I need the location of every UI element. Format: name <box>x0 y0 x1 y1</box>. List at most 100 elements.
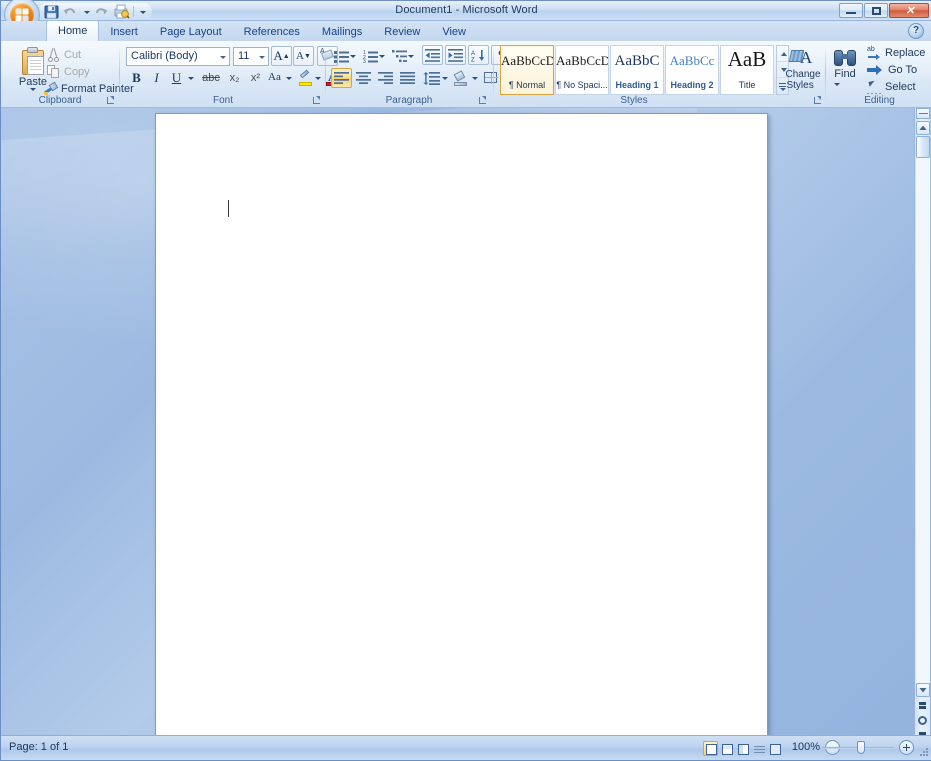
tab-review[interactable]: Review <box>373 23 431 42</box>
text-highlight-button[interactable] <box>297 68 314 88</box>
view-outline-button[interactable] <box>751 741 766 756</box>
font-name-chevron-down-icon[interactable] <box>220 56 226 59</box>
view-print-layout-button[interactable] <box>703 741 718 756</box>
italic-label: I <box>154 70 158 86</box>
replace-button[interactable]: ab Replace <box>867 46 925 60</box>
style-sample: AaBbCcDc <box>556 53 608 69</box>
resize-grip[interactable] <box>919 747 929 757</box>
numbering-dropdown-icon[interactable] <box>377 46 386 66</box>
change-case-icon: Aa <box>268 71 285 85</box>
redo-icon[interactable] <box>94 4 111 19</box>
multilevel-dropdown-icon[interactable] <box>406 46 415 66</box>
line-spacing-dropdown-icon[interactable] <box>440 68 449 88</box>
underline-button[interactable]: U <box>166 68 187 88</box>
line-spacing-button[interactable] <box>422 68 440 88</box>
undo-icon[interactable] <box>62 4 79 19</box>
font-size-chevron-down-icon[interactable] <box>259 56 265 59</box>
tab-references[interactable]: References <box>233 23 311 42</box>
select-label: Select <box>885 81 916 93</box>
increase-indent-button[interactable] <box>445 45 466 65</box>
cut-button[interactable]: Cut <box>46 47 81 62</box>
tab-insert[interactable]: Insert <box>99 23 149 42</box>
font-dialog-launcher[interactable] <box>312 95 322 105</box>
paragraph-dialog-launcher[interactable] <box>478 95 488 105</box>
print-preview-icon[interactable] <box>113 4 130 19</box>
subscript-button[interactable]: x₂ <box>224 68 245 88</box>
select-browse-object-button[interactable] <box>916 714 930 728</box>
text-highlight-dropdown-icon[interactable] <box>313 68 322 88</box>
decrease-indent-icon <box>425 49 440 62</box>
undo-dropdown-icon[interactable] <box>81 4 92 19</box>
view-draft-button[interactable] <box>767 741 782 756</box>
italic-button[interactable]: I <box>146 68 167 88</box>
shading-button[interactable] <box>452 68 470 88</box>
style-name: Heading 1 <box>611 80 663 90</box>
clipboard-dialog-launcher[interactable] <box>106 95 116 105</box>
shading-dropdown-icon[interactable] <box>470 68 479 88</box>
minimize-button[interactable] <box>839 3 863 18</box>
select-icon <box>867 80 882 94</box>
change-case-dropdown-icon[interactable] <box>284 68 293 88</box>
find-button[interactable]: Find <box>829 45 861 93</box>
align-right-button[interactable] <box>375 68 396 88</box>
bold-label: B <box>132 70 141 86</box>
svg-text:A: A <box>471 51 475 57</box>
change-styles-button[interactable]: A Change Styles <box>783 45 823 99</box>
document-workspace[interactable] <box>1 108 931 737</box>
view-full-screen-reading-button[interactable] <box>719 741 734 756</box>
justify-button[interactable] <box>397 68 418 88</box>
customize-qat-icon[interactable] <box>137 4 148 19</box>
style-item-normal[interactable]: AaBbCcDc ¶ Normal <box>500 45 554 95</box>
scrollbar-thumb[interactable] <box>916 136 930 158</box>
font-size-combo[interactable]: 11 <box>233 47 269 66</box>
page-indicator[interactable]: Page: 1 of 1 <box>9 741 68 753</box>
tab-mailings[interactable]: Mailings <box>311 23 373 42</box>
shrink-font-button[interactable]: A▼ <box>293 46 314 66</box>
style-item-heading-2[interactable]: AaBbCc Heading 2 <box>665 45 719 95</box>
style-item-title[interactable]: AaB Title <box>720 45 774 95</box>
styles-dialog-launcher[interactable] <box>813 95 823 105</box>
view-buttons <box>703 741 782 756</box>
separator-clipboard-font <box>119 45 120 101</box>
scrollbar-track[interactable] <box>916 158 930 683</box>
zoom-level-label[interactable]: 100% <box>792 741 820 753</box>
copy-button[interactable]: Copy <box>46 64 90 79</box>
go-to-button[interactable]: Go To <box>867 63 917 77</box>
change-styles-label-line1: Change <box>783 69 823 80</box>
subscript-label: x₂ <box>230 72 240 84</box>
bullets-dropdown-icon[interactable] <box>348 46 357 66</box>
underline-dropdown-icon[interactable] <box>186 68 195 88</box>
scroll-down-button[interactable] <box>916 683 930 697</box>
strikethrough-button[interactable]: abc <box>199 68 223 88</box>
help-icon[interactable]: ? <box>908 23 924 39</box>
select-button[interactable]: Select <box>867 80 926 94</box>
tab-view[interactable]: View <box>431 23 477 42</box>
view-web-layout-button[interactable] <box>735 741 750 756</box>
cut-icon <box>46 47 61 62</box>
vertical-scrollbar[interactable] <box>914 108 930 737</box>
zoom-in-button[interactable] <box>899 740 914 755</box>
sort-button[interactable]: A Z <box>468 45 489 65</box>
superscript-button[interactable]: x² <box>245 68 266 88</box>
align-left-button[interactable] <box>331 68 352 88</box>
split-window-handle[interactable] <box>916 108 930 119</box>
previous-page-button[interactable] <box>916 699 930 713</box>
underline-label: U <box>172 70 181 86</box>
align-center-button[interactable] <box>353 68 374 88</box>
close-button[interactable]: ✕ <box>889 3 929 18</box>
tab-home[interactable]: Home <box>46 20 99 41</box>
style-item-no-spacing[interactable]: AaBbCcDc ¶ No Spaci... <box>555 45 609 95</box>
maximize-restore-button[interactable] <box>864 3 888 18</box>
zoom-slider-thumb[interactable] <box>857 741 865 754</box>
bold-button[interactable]: B <box>126 68 147 88</box>
paste-dropdown-icon[interactable] <box>30 88 36 91</box>
tab-page-layout[interactable]: Page Layout <box>149 23 233 42</box>
font-name-combo[interactable]: Calibri (Body) <box>126 47 230 66</box>
scroll-up-button[interactable] <box>916 121 930 135</box>
save-icon[interactable] <box>43 4 60 19</box>
group-clipboard: Paste Cut Copy Format Painter Clipboard <box>1 41 119 107</box>
document-page[interactable] <box>155 113 768 737</box>
grow-font-button[interactable]: A▲ <box>271 46 292 66</box>
decrease-indent-button[interactable] <box>422 45 443 65</box>
style-item-heading-1[interactable]: AaBbC Heading 1 <box>610 45 664 95</box>
